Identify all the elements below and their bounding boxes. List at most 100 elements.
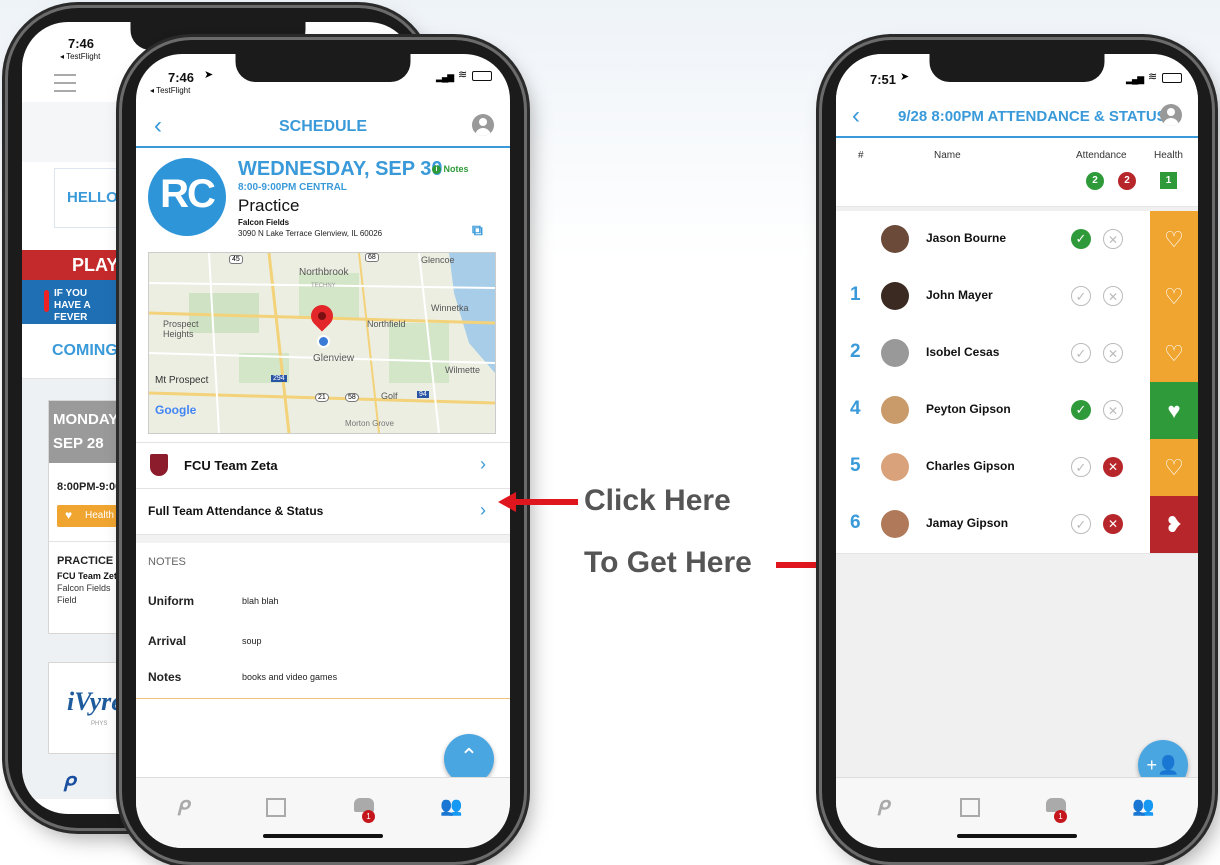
notes-badge-label: Notes [443,164,469,174]
attending-check-icon[interactable]: ✓ [1071,286,1091,306]
location-arrow-icon: ➤ [900,71,910,83]
tab-home-icon[interactable]: ᑭ [876,796,889,821]
tab-calendar-icon[interactable] [960,798,980,817]
count-attending-badge: 2 [1086,172,1104,190]
callout-arrow-left [498,492,578,512]
testflight-link[interactable]: ◂ TestFlight [150,86,190,95]
attendance-row[interactable]: 5 Charles Gipson ✓ ✕ ♡ [836,439,1198,497]
page-title: 9/28 8:00PM ATTENDANCE & STATUS [898,108,1167,125]
tab-calendar-icon[interactable] [266,798,286,817]
event-time: 8:00PM-9:00P [57,481,129,493]
full-attendance-label: Full Team Attendance & Status [148,504,324,518]
attendance-row[interactable]: 6 Jamay Gipson ✓ ✕ ❥ [836,496,1198,554]
absent-x-icon[interactable]: ✕ [1103,514,1123,534]
tab-inbox-badge: 1 [362,810,375,823]
health-status-heart-icon[interactable]: ♡ [1150,211,1198,268]
absent-x-icon[interactable]: ✕ [1103,343,1123,363]
event-location: Falcon Fields [57,583,111,593]
attending-check-icon[interactable]: ✓ [1071,457,1091,477]
battery-icon [472,71,492,81]
absent-x-icon[interactable]: ✕ [1103,229,1123,249]
team-row[interactable]: FCU Team Zeta › [136,444,510,488]
open-external-icon[interactable]: ⧉ [472,222,483,239]
location-map[interactable]: Northbrook Glencoe TECHNY Winnetka Prosp… [148,252,496,434]
tab-bar: ᑭ 1 👥 [836,777,1198,848]
avatar [881,339,909,367]
health-status-heart-icon[interactable]: ♡ [1150,268,1198,325]
map-label-mt-prospect: Mt Prospect [155,375,209,386]
road-shield-58: 58 [345,393,359,402]
attendance-row[interactable]: 2 Isobel Cesas ✓ ✕ ♡ [836,325,1198,383]
note-label-uniform: Uniform [148,594,194,608]
col-name-header: Name [934,150,961,161]
health-status-heart-icon[interactable]: ♥ [1150,382,1198,439]
event-team: FCU Team Zeta [57,571,122,581]
member-name: Charles Gipson [926,459,1015,473]
map-label-glenview: Glenview [313,353,355,364]
map-label-wilmette: Wilmette [445,365,481,375]
menu-icon[interactable] [54,74,76,92]
attending-check-icon[interactable]: ✓ [1071,343,1091,363]
health-status-heart-icon[interactable]: ❥ [1150,496,1198,553]
app-logo-icon[interactable]: ᑭ [62,772,75,797]
profile-icon[interactable] [472,114,494,136]
map-label-techny: TECHNY [311,283,336,289]
full-attendance-row[interactable]: Full Team Attendance & Status › [136,488,510,534]
schedule-screen: 7:46 ➤ ◂ TestFlight ▂▄▆ ≋ ‹ SCHEDULE RC … [136,54,510,848]
signal-icon: ▂▄▆ [436,72,454,82]
venue-address: 3090 N Lake Terrace Glenview, IL 60026 [238,229,383,238]
absent-x-icon[interactable]: ✕ [1103,457,1123,477]
col-attendance-header: Attendance [1076,150,1127,161]
tab-home-icon[interactable]: ᑭ [176,796,189,821]
absent-x-icon[interactable]: ✕ [1103,286,1123,306]
row-number: 6 [850,512,861,533]
sponsor-logo: iVyre [67,687,123,716]
team-crest-icon [150,454,168,476]
col-health-header: Health [1154,150,1183,161]
schedule-phone: 7:46 ➤ ◂ TestFlight ▂▄▆ ≋ ‹ SCHEDULE RC … [122,40,524,862]
tab-team-icon[interactable]: 👥 [440,796,462,817]
current-location-dot [317,335,330,348]
road-shield-294: 294 [271,375,287,382]
attending-check-icon[interactable]: ✓ [1071,229,1091,249]
tab-bar: ᑭ 1 👥 [136,777,510,848]
map-label-prospect-heights: Prospect Heights [163,319,199,339]
health-label: Health [85,510,114,521]
attending-check-icon[interactable]: ✓ [1071,514,1091,534]
attendance-row[interactable]: 4 Peyton Gipson ✓ ✕ ♥ [836,382,1198,440]
member-name: Peyton Gipson [926,402,1011,416]
team-name: FCU Team Zeta [184,458,278,473]
tab-team-icon[interactable]: 👥 [1132,796,1154,817]
row-number: 5 [850,455,861,476]
testflight-link[interactable]: ◂ TestFlight [60,52,100,61]
callout-click-here: Click Here [584,484,731,517]
avatar [881,282,909,310]
tab-inbox-badge: 1 [1054,810,1067,823]
road-shield-94: 94 [417,391,429,398]
count-absent-badge: 2 [1118,172,1136,190]
event-time: 8:00-9:00PM CENTRAL [238,182,347,193]
member-name: Jamay Gipson [926,516,1009,530]
avatar-initials: RC [160,172,216,216]
notes-badge[interactable]: i Notes [432,164,469,175]
attendance-list: Jason Bourne ✓ ✕ ♡ 1 John Mayer ✓ ✕ ♡ 2 Isobel Ces… [836,211,1198,561]
attendance-row[interactable]: Jason Bourne ✓ ✕ ♡ [836,211,1198,269]
back-chevron-icon[interactable]: ‹ [852,102,860,130]
profile-icon[interactable] [1160,104,1182,126]
attending-check-icon[interactable]: ✓ [1071,400,1091,420]
fever-text: IF YOU HAVE A FEVER [54,288,91,323]
event-type: PRACTICE [57,555,114,567]
event-date: SEP 28 [53,435,104,452]
health-status-heart-icon[interactable]: ♡ [1150,439,1198,496]
attendance-row[interactable]: 1 John Mayer ✓ ✕ ♡ [836,268,1198,326]
map-label-morton-grove: Morton Grove [345,419,394,428]
row-number: 4 [850,398,861,419]
member-name: Jason Bourne [926,231,1007,245]
health-status-heart-icon[interactable]: ♡ [1150,325,1198,382]
status-time: 7:51 [870,72,897,87]
note-value-uniform: blah blah [242,596,279,606]
avatar [881,453,909,481]
battery-icon [1162,73,1182,83]
event-field: Field [57,595,77,605]
absent-x-icon[interactable]: ✕ [1103,400,1123,420]
